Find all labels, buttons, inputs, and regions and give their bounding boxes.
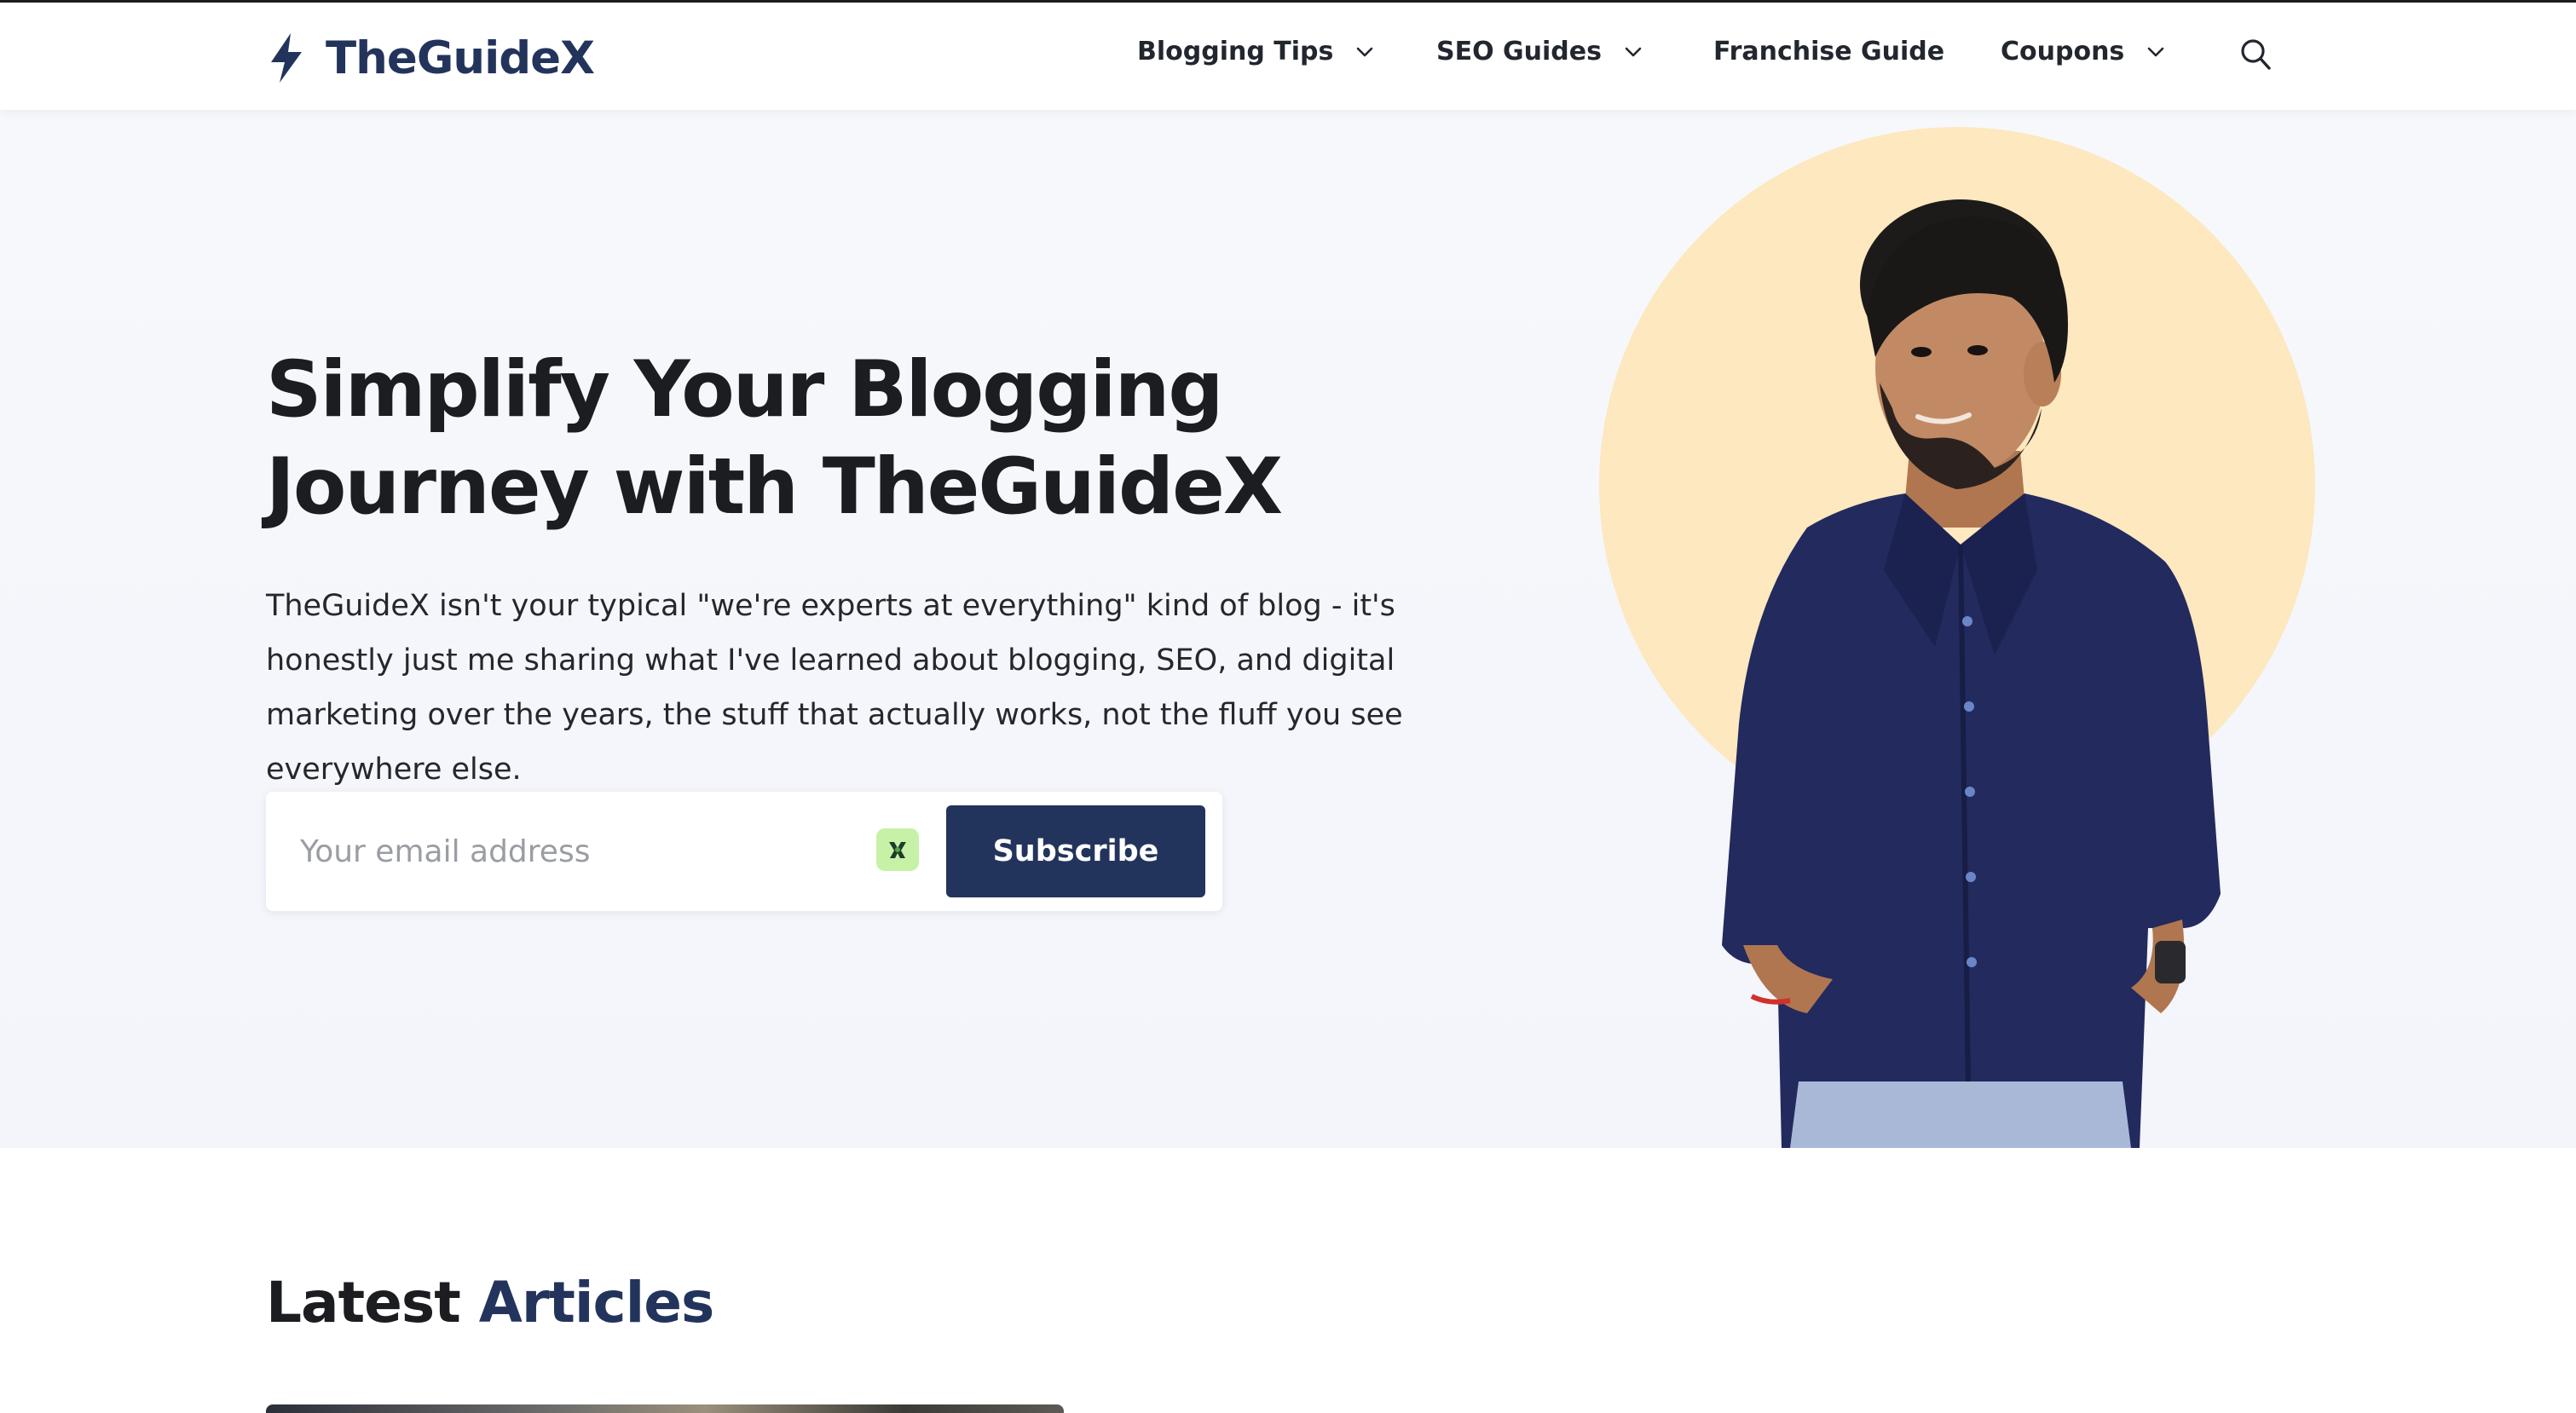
search-button[interactable]: [2238, 37, 2273, 74]
nav-item-franchise-guide[interactable]: Franchise Guide: [1713, 37, 1944, 66]
lightning-bolt-icon: [271, 33, 302, 83]
email-input[interactable]: [266, 792, 863, 911]
hero-description: TheGuideX isn't your typical "we're expe…: [266, 589, 1403, 787]
nav-item-coupons[interactable]: Coupons: [2001, 37, 2165, 66]
latest-articles-prefix: Latest: [266, 1270, 461, 1335]
nav-item-seo-guides[interactable]: SEO Guides: [1436, 37, 1643, 66]
hero-title: Simplify Your Blogging Journey with TheG…: [266, 345, 1283, 532]
site-logo-text: TheGuideX: [326, 32, 595, 84]
nav-item-label: Blogging Tips: [1137, 37, 1334, 66]
subscribe-form: Subscribe: [266, 792, 1222, 911]
search-icon: [2241, 39, 2271, 70]
chevron-down-icon: [1625, 47, 1642, 56]
nav-item-label: SEO Guides: [1436, 37, 1602, 66]
subscribe-button[interactable]: Subscribe: [946, 805, 1205, 897]
site-header: TheGuideX Blogging Tips SEO Guides Franc…: [0, 0, 2576, 110]
site-logo[interactable]: TheGuideX: [268, 28, 595, 88]
latest-articles-heading: Latest Articles: [266, 1270, 715, 1335]
latest-articles-accent: Articles: [478, 1270, 715, 1335]
nav-item-label: Coupons: [2001, 37, 2125, 66]
browser-extension-icon[interactable]: [876, 828, 919, 871]
chevron-down-icon: [2147, 47, 2164, 56]
author-photo: [1599, 127, 2315, 1148]
chevron-down-icon: [1357, 47, 1373, 56]
nav-item-label: Franchise Guide: [1713, 37, 1945, 66]
article-card-thumbnail[interactable]: [266, 1404, 1064, 1413]
extension-glyph-icon: [889, 842, 906, 858]
hero-section: Simplify Your Blogging Journey with TheG…: [0, 110, 2576, 1148]
nav-item-blogging-tips[interactable]: Blogging Tips: [1137, 37, 1374, 66]
